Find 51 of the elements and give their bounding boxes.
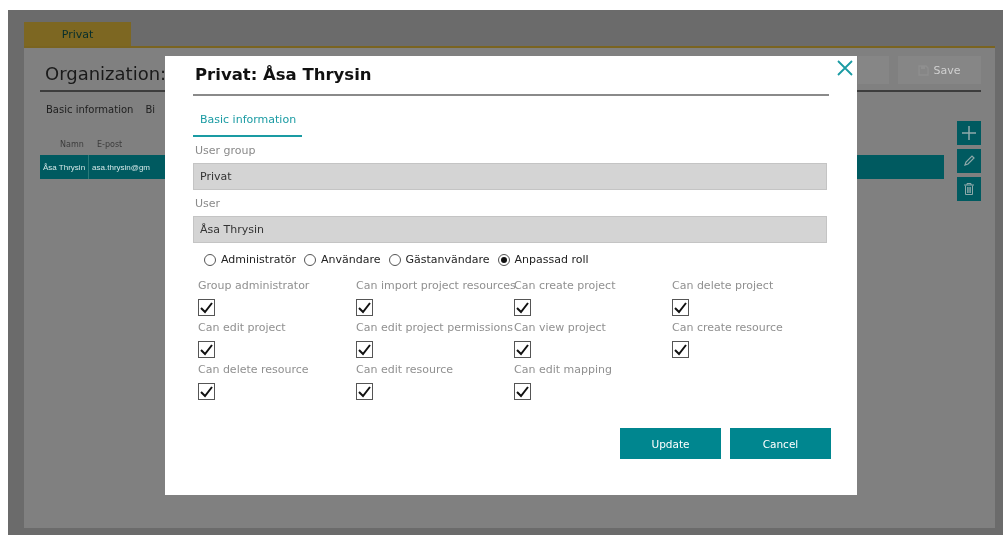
radio-label: Användare (321, 253, 381, 266)
trash-icon (964, 183, 974, 195)
radio-label: Anpassad roll (514, 253, 589, 266)
checkbox-label: Can view project (514, 321, 607, 334)
page-title: Organization: (44, 63, 167, 86)
delete-button[interactable] (957, 177, 981, 201)
checkbox[interactable] (356, 299, 373, 316)
checkbox[interactable] (514, 383, 531, 400)
section-tab[interactable]: Basic information (46, 104, 134, 115)
input-field[interactable]: Privat (193, 163, 827, 190)
checkbox-label: Can delete project (672, 279, 775, 292)
checkbox[interactable] (672, 341, 689, 358)
dialog-title: Privat: Åsa Thrysin (193, 56, 829, 96)
checkbox[interactable] (198, 383, 215, 400)
pencil-icon (963, 155, 975, 167)
dialog-button[interactable]: Cancel (730, 428, 831, 459)
field-label: User group (195, 144, 257, 158)
checkbox[interactable] (198, 299, 215, 316)
checkbox[interactable] (672, 299, 689, 316)
checkbox-label: Can edit mapping (514, 363, 613, 376)
radio-label: Gästanvändare (405, 253, 490, 266)
table-cell: Åsa Thrysin (40, 155, 90, 179)
field-label: User (195, 197, 222, 211)
checkbox-label: Group administrator (198, 279, 311, 292)
checkbox-label: Can delete resource (198, 363, 310, 376)
checkbox-label: Can create resource (672, 321, 784, 334)
save-button[interactable]: Save (898, 56, 981, 84)
input-field[interactable]: Åsa Thrysin (193, 216, 827, 243)
radio-label: Administratör (221, 253, 296, 266)
checkbox[interactable] (356, 383, 373, 400)
checkbox-label: Can create project (514, 279, 617, 292)
table-row[interactable]: Åsa Thrysin asa.thrysin@gm (40, 155, 153, 179)
checkbox[interactable] (198, 341, 215, 358)
column-header: E-post (97, 139, 123, 149)
close-button[interactable] (837, 60, 853, 76)
checkbox[interactable] (514, 299, 531, 316)
checkbox-label: Can edit resource (356, 363, 455, 376)
checkbox-label: Can edit project permissions (356, 321, 514, 334)
checkbox-label: Can edit project (198, 321, 287, 334)
tab[interactable]: Privat (24, 22, 131, 46)
tab[interactable]: Basic information (193, 113, 303, 137)
checkbox-label: Can import project resources (356, 279, 514, 292)
checkbox[interactable] (356, 341, 373, 358)
dialog-button[interactable]: Update (620, 428, 721, 459)
close-icon (837, 60, 853, 76)
section-tab[interactable]: Bi (145, 104, 155, 115)
edit-button[interactable] (957, 149, 981, 173)
checkbox[interactable] (514, 341, 531, 358)
table-cell-text: asa.thrysin@gm (91, 161, 151, 174)
column-header: Namn (59, 139, 85, 149)
plus-icon (962, 126, 976, 140)
